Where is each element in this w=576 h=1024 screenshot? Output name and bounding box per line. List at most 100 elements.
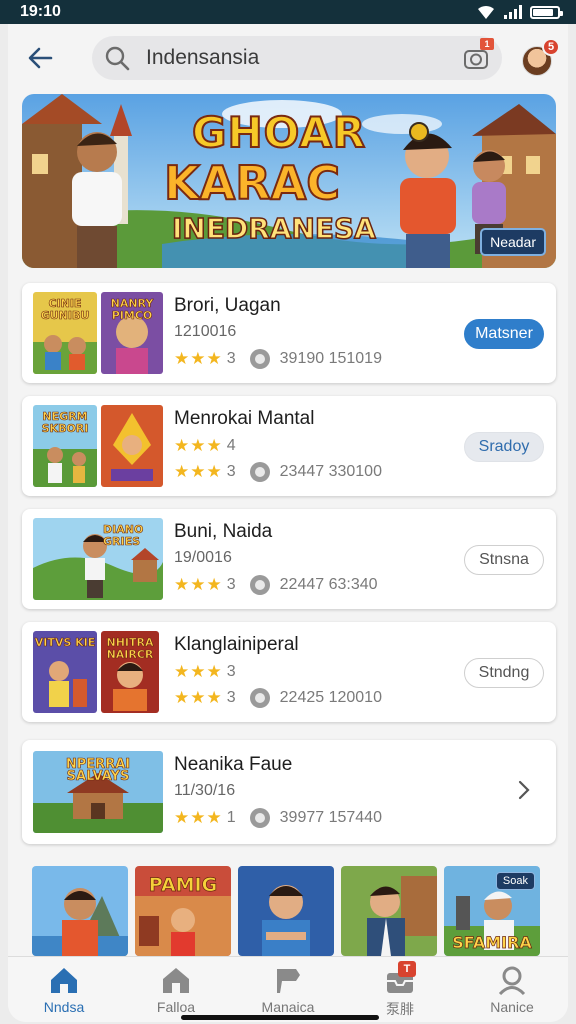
card-thumbnails: VITVS KIE NHITRA NAIRCR bbox=[33, 631, 159, 713]
download-count: 22447 63:340 bbox=[279, 576, 378, 593]
banner-title-line2: KARAC bbox=[163, 155, 341, 211]
nav-label: Nndsa bbox=[43, 999, 85, 1015]
home-icon bbox=[51, 968, 77, 993]
gallery-thumbnail[interactable]: PAMIG bbox=[135, 866, 231, 956]
rating-row-primary: ★★★ 3 bbox=[174, 662, 236, 682]
gallery-tag: Soak bbox=[495, 872, 535, 890]
wifi-icon bbox=[478, 5, 494, 19]
status-icons bbox=[476, 4, 563, 20]
status-time: 19:10 bbox=[20, 3, 61, 20]
rating-stars: ★★★ bbox=[174, 688, 223, 707]
thumb-title: VITVS KIE bbox=[34, 636, 96, 649]
card-action-button[interactable]: Sradoy bbox=[464, 432, 544, 462]
rating-value: 1 bbox=[226, 809, 236, 826]
list-item[interactable]: VITVS KIE NHITRA NAIRCR Klanglainiperal … bbox=[22, 622, 556, 722]
card-date: 19/0016 bbox=[174, 549, 232, 566]
card-thumbnails: NEGRM SKBORI bbox=[33, 405, 163, 487]
nav-label: 泵腓 bbox=[386, 1001, 414, 1017]
card-thumbnails: CINIE GUNIBU NANRY PIMCO bbox=[33, 292, 163, 374]
download-count: 39977 157440 bbox=[279, 809, 382, 826]
list-item[interactable]: NEGRM SKBORI Menrokai Mantal ★★★ 4 ★★★ 3… bbox=[22, 396, 556, 496]
gallery-thumbnail[interactable] bbox=[341, 866, 437, 956]
card-thumbnail: CINIE GUNIBU bbox=[33, 292, 97, 374]
download-count: 39190 151019 bbox=[279, 350, 382, 367]
nav-label: Nanice bbox=[490, 999, 534, 1015]
search-icon bbox=[105, 46, 130, 71]
notification-badge: 5 bbox=[542, 38, 560, 56]
back-button[interactable] bbox=[22, 40, 58, 76]
bottom-navigation: Nndsa Falloa Manaica T 泵腓 Nanice bbox=[8, 956, 568, 1022]
banner-tag[interactable]: Neadar bbox=[480, 228, 546, 256]
nav-tab-home[interactable]: Nndsa bbox=[8, 957, 120, 1022]
thumb-title: NPERRAI SALVAYS bbox=[65, 757, 131, 784]
rating-stars: ★★★ bbox=[174, 462, 223, 481]
card-thumbnail: NPERRAI SALVAYS bbox=[33, 751, 163, 833]
gallery-thumbnail[interactable] bbox=[238, 866, 334, 956]
status-bar: 19:10 bbox=[0, 0, 576, 24]
card-action-button[interactable]: Stnsna bbox=[464, 545, 544, 575]
signal-icon bbox=[504, 5, 522, 19]
rating-row: ★★★ 1 39977 157440 bbox=[174, 808, 382, 828]
profile-icon bbox=[498, 966, 526, 995]
avatar-button[interactable]: 5 bbox=[522, 38, 560, 76]
download-icon bbox=[249, 575, 270, 595]
banner-title-line1: GHOAR bbox=[191, 107, 367, 158]
rating-row-primary: ★★★ 4 bbox=[174, 436, 236, 456]
search-bar[interactable]: 1 bbox=[92, 36, 502, 80]
download-count: 22425 120010 bbox=[279, 689, 382, 706]
card-date: 1210016 bbox=[174, 323, 237, 340]
gallery-thumbnail[interactable]: Soak SFAMIRA bbox=[444, 866, 540, 956]
card-date: 11/30/16 bbox=[174, 782, 236, 799]
card-thumbnails: NPERRAI SALVAYS bbox=[33, 751, 163, 833]
rating-row: ★★★ 3 22425 120010 bbox=[174, 688, 382, 708]
app-screen: 1 5 bbox=[8, 24, 568, 1022]
card-title: Brori, Uagan bbox=[174, 295, 281, 316]
card-thumbnails: DIANO GRIES bbox=[33, 518, 163, 600]
chevron-right-icon[interactable] bbox=[514, 778, 534, 802]
rating-value: 3 bbox=[226, 350, 236, 367]
list-item[interactable]: CINIE GUNIBU NANRY PIMCO Brori, Uagan 12… bbox=[22, 283, 556, 383]
download-icon bbox=[249, 688, 270, 708]
card-title: Neanika Faue bbox=[174, 754, 293, 775]
nav-tab-profile[interactable]: Nanice bbox=[456, 957, 568, 1022]
back-arrow-icon bbox=[28, 47, 53, 69]
nav-tab-store[interactable]: Falloa bbox=[120, 957, 232, 1022]
nav-tab-inbox[interactable]: T 泵腓 bbox=[344, 957, 456, 1022]
card-thumbnail: NANRY PIMCO bbox=[101, 292, 163, 374]
search-input[interactable] bbox=[146, 46, 490, 70]
home-indicator[interactable] bbox=[181, 1015, 379, 1020]
nav-tab-flag[interactable]: Manaica bbox=[232, 957, 344, 1022]
flag-icon bbox=[277, 969, 300, 993]
rating-value: 3 bbox=[226, 663, 236, 680]
gallery-title: PAMIG bbox=[148, 874, 218, 897]
camera-search-button[interactable]: 1 bbox=[462, 38, 494, 72]
nav-label: Falloa bbox=[156, 999, 196, 1015]
download-icon bbox=[249, 349, 270, 369]
card-thumbnail: VITVS KIE bbox=[33, 631, 97, 713]
download-icon bbox=[249, 462, 270, 482]
list-item[interactable]: DIANO GRIES Buni, Naida 19/0016 ★★★ 3 22… bbox=[22, 509, 556, 609]
rating-stars: ★★★ bbox=[174, 436, 223, 455]
card-thumbnail: NEGRM SKBORI bbox=[33, 405, 97, 487]
top-bar: 1 5 bbox=[8, 24, 568, 90]
card-action-button[interactable]: Matsner bbox=[464, 319, 544, 349]
thumb-title: NANRY PIMCO bbox=[110, 297, 154, 322]
rating-row: ★★★ 3 22447 63:340 bbox=[174, 575, 378, 595]
nav-label: Manaica bbox=[261, 999, 315, 1015]
rating-row: ★★★ 3 39190 151019 bbox=[174, 349, 382, 369]
rating-value: 3 bbox=[226, 463, 236, 480]
download-icon bbox=[249, 808, 270, 828]
rating-stars: ★★★ bbox=[174, 349, 223, 368]
thumb-title: DIANO GRIES bbox=[103, 523, 144, 548]
list-item[interactable]: NPERRAI SALVAYS Neanika Faue 11/30/16 ★★… bbox=[22, 740, 556, 844]
nav-badge: T bbox=[398, 961, 416, 977]
banner-subtitle: INEDRANESA bbox=[171, 211, 376, 246]
card-thumbnail: NHITRA NAIRCR bbox=[101, 631, 159, 713]
gallery-thumbnail[interactable] bbox=[32, 866, 128, 956]
card-action-button[interactable]: Stndng bbox=[464, 658, 544, 688]
featured-banner[interactable]: GHOAR KARAC INEDRANESA Neadar bbox=[22, 94, 556, 268]
download-count: 23447 330100 bbox=[279, 463, 382, 480]
store-icon bbox=[163, 968, 189, 993]
thumbnail-gallery: PAMIG Soak SFAMIRA bbox=[32, 866, 544, 956]
card-thumbnail: DIANO GRIES bbox=[33, 518, 163, 600]
